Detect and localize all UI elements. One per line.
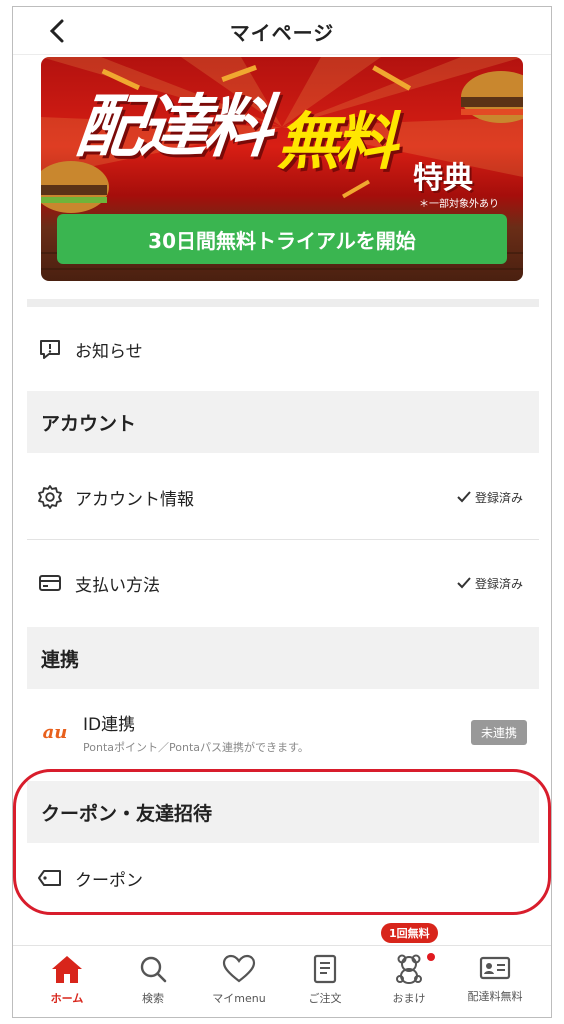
banner-headline-1: 配達料 bbox=[72, 88, 273, 167]
notification-dot bbox=[427, 953, 435, 961]
page-title: マイページ bbox=[229, 21, 335, 45]
payment-method-label: 支払い方法 bbox=[75, 575, 160, 596]
section-gap bbox=[27, 299, 539, 307]
notice-icon bbox=[37, 336, 63, 362]
teddy-bear-icon bbox=[396, 954, 422, 984]
id-link-text: ID連携 Pontaポイント／Pontaパス連携ができます。 bbox=[83, 710, 309, 755]
home-icon bbox=[52, 956, 82, 983]
tab-mymenu-label: マイmenu bbox=[212, 992, 266, 1005]
app-frame: マイページ 配達料 無料 特典 ＊一部対象外あり 30日間無料トライアルを開始 … bbox=[12, 6, 552, 1018]
divider bbox=[27, 539, 539, 540]
gear-icon bbox=[37, 484, 63, 510]
id-link-item[interactable]: au ID連携 Pontaポイント／Pontaパス連携ができます。 未連携 bbox=[27, 701, 539, 763]
id-link-description: Pontaポイント／Pontaパス連携ができます。 bbox=[83, 740, 309, 754]
heart-icon bbox=[222, 954, 256, 983]
tab-home-label: ホーム bbox=[50, 992, 84, 1005]
banner-note: ＊一部対象外あり bbox=[419, 199, 499, 210]
id-card-icon bbox=[479, 956, 511, 980]
tab-omake-label: おまけ bbox=[392, 992, 426, 1005]
account-section-header: アカウント bbox=[27, 391, 539, 453]
banner-headline-2: 無料 bbox=[277, 105, 397, 178]
receipt-icon bbox=[313, 954, 337, 984]
credit-card-icon bbox=[37, 570, 63, 596]
tab-orders[interactable]: ご注文 bbox=[285, 954, 365, 1006]
tab-free-delivery[interactable]: 配達料無料 bbox=[455, 954, 535, 1004]
account-info-label: アカウント情報 bbox=[75, 489, 194, 510]
tab-search[interactable]: 検索 bbox=[113, 954, 193, 1006]
account-info-status-text: 登録済み bbox=[474, 490, 523, 505]
link-section-header: 連携 bbox=[27, 627, 539, 689]
id-link-label: ID連携 bbox=[83, 714, 136, 735]
tab-orders-label: ご注文 bbox=[308, 992, 342, 1005]
check-icon bbox=[457, 577, 471, 589]
tab-mymenu[interactable]: マイmenu bbox=[199, 954, 279, 1006]
payment-method-status-text: 登録済み bbox=[474, 576, 523, 591]
search-icon bbox=[140, 956, 167, 983]
payment-method-item[interactable]: 支払い方法 登録済み bbox=[27, 555, 539, 611]
notice-item[interactable]: お知らせ bbox=[27, 323, 539, 375]
highlight-oval bbox=[13, 769, 551, 915]
account-info-status: 登録済み bbox=[457, 489, 523, 506]
header: マイページ bbox=[13, 7, 551, 55]
tab-free-delivery-label: 配達料無料 bbox=[467, 990, 523, 1003]
notice-label: お知らせ bbox=[75, 341, 143, 362]
account-info-item[interactable]: アカウント情報 登録済み bbox=[27, 469, 539, 525]
tab-omake[interactable]: おまけ bbox=[369, 954, 449, 1006]
promo-banner[interactable]: 配達料 無料 特典 ＊一部対象外あり 30日間無料トライアルを開始 bbox=[41, 57, 523, 281]
start-trial-button[interactable]: 30日間無料トライアルを開始 bbox=[57, 214, 507, 264]
au-logo: au bbox=[42, 721, 68, 743]
omake-badge: 1回無料 bbox=[381, 923, 438, 943]
check-icon bbox=[457, 491, 471, 503]
tab-home[interactable]: ホーム bbox=[27, 954, 107, 1006]
id-link-status-badge: 未連携 bbox=[470, 719, 527, 745]
payment-method-status: 登録済み bbox=[457, 575, 523, 592]
banner-headline-3: 特典 bbox=[413, 161, 473, 196]
bottom-tab-bar: ホーム 検索 マイmenu ご注文 おまけ 配達料無料 bbox=[13, 945, 551, 1017]
tab-search-label: 検索 bbox=[142, 992, 164, 1005]
